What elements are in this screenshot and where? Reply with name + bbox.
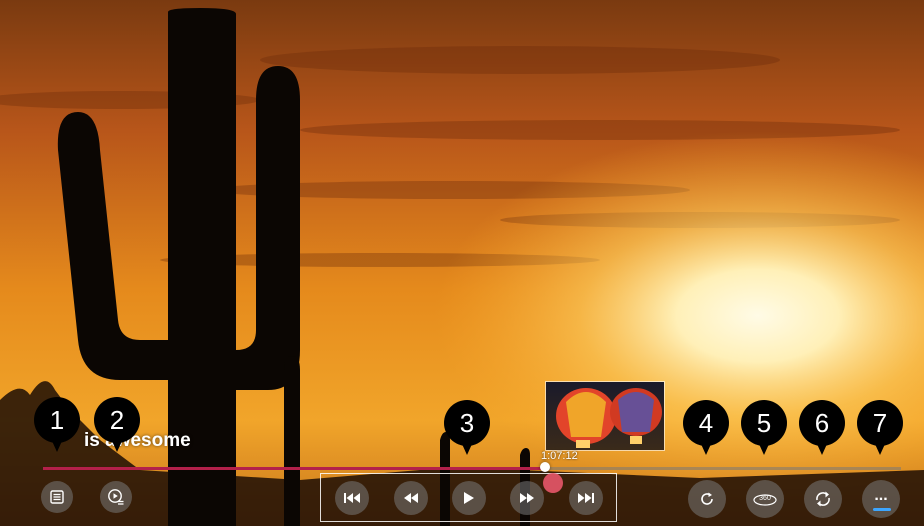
callout-3: 3 — [444, 400, 490, 446]
playlist-button[interactable] — [41, 481, 73, 513]
progress-knob[interactable] — [539, 462, 550, 472]
callout-2: 2 — [94, 397, 140, 443]
callout-3-tail — [462, 444, 472, 455]
callout-4-tail — [701, 444, 711, 455]
progress-bar[interactable] — [43, 462, 901, 472]
play-icon — [464, 492, 474, 504]
more-button[interactable]: ... — [862, 480, 900, 518]
callout-4: 4 — [683, 400, 729, 446]
callout-5: 5 — [741, 400, 787, 446]
current-time: 1:07:12 — [541, 450, 578, 462]
focus-indicator — [873, 508, 891, 511]
vr-360-label: 360 — [759, 495, 771, 502]
skip-previous-icon — [344, 493, 360, 503]
list-icon — [50, 490, 64, 504]
vr-360-button[interactable]: 360 — [746, 480, 784, 518]
callout-6: 6 — [799, 400, 845, 446]
callout-1-tail — [52, 441, 62, 452]
play-button[interactable] — [452, 481, 486, 515]
skip-previous-button[interactable] — [335, 481, 369, 515]
callout-7-tail — [875, 444, 885, 455]
restart-icon — [701, 492, 713, 505]
pointer-cursor — [543, 473, 563, 493]
callout-6-tail — [817, 444, 827, 455]
callout-7: 7 — [857, 400, 903, 446]
repeat-button[interactable] — [804, 480, 842, 518]
repeat-icon — [816, 491, 830, 507]
rewind-button[interactable] — [394, 481, 428, 515]
fast-forward-button[interactable] — [510, 481, 544, 515]
preview-thumbnail — [545, 381, 665, 451]
more-icon: ... — [874, 487, 888, 504]
autoplay-button[interactable] — [100, 481, 132, 513]
skip-next-button[interactable] — [569, 481, 603, 515]
skip-next-icon — [578, 493, 594, 503]
callout-2-tail — [112, 441, 122, 452]
callout-5-tail — [759, 444, 769, 455]
callout-1: 1 — [34, 397, 80, 443]
rewind-icon — [404, 493, 418, 503]
vr-360-icon: 360 — [753, 494, 777, 506]
restart-button[interactable] — [688, 480, 726, 518]
fast-forward-icon — [520, 493, 534, 503]
play-list-icon — [108, 489, 124, 505]
progress-fill — [43, 467, 545, 470]
